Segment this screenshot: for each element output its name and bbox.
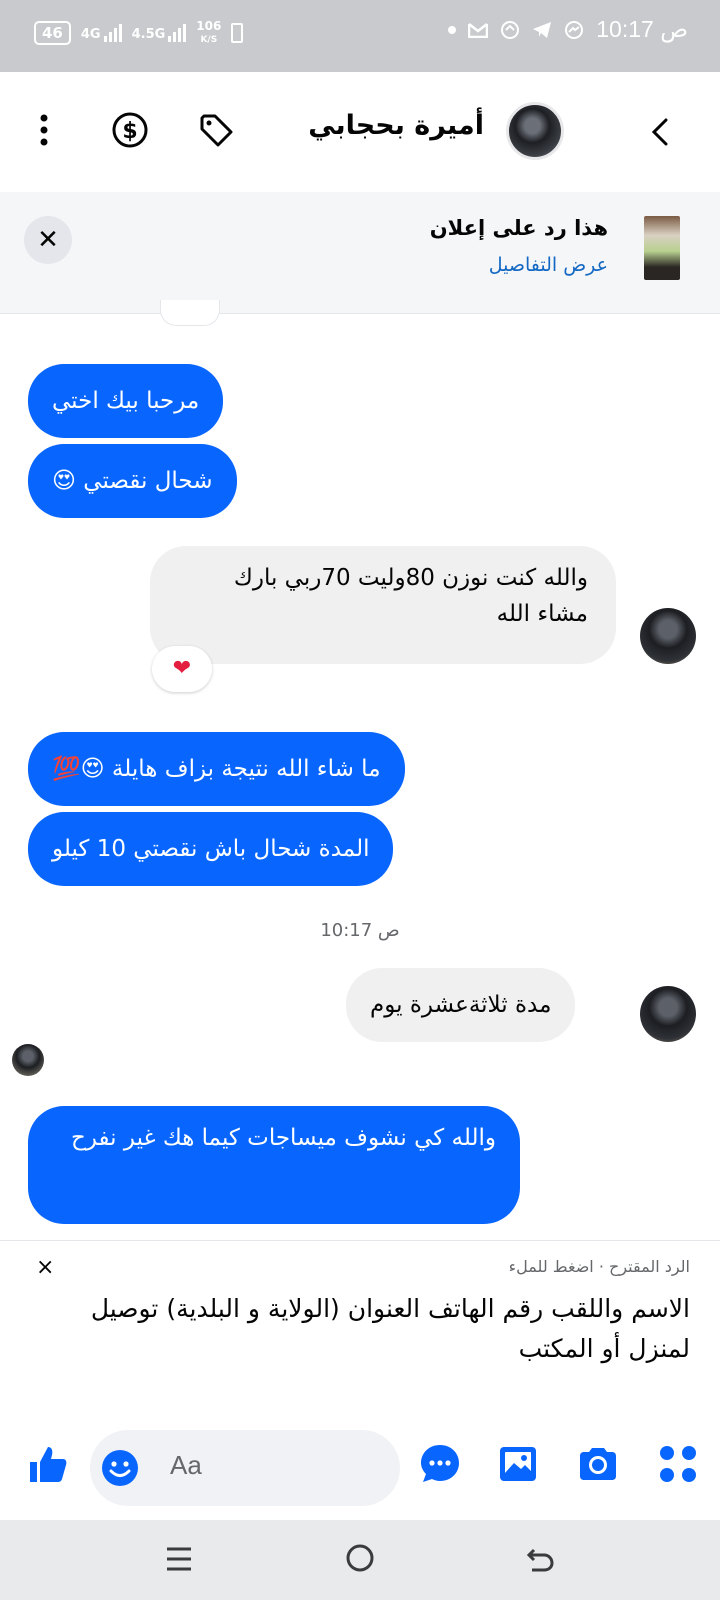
- ad-reply-banner: هذا رد على إعلان عرض التفاصيل ✕: [0, 192, 720, 314]
- system-nav-bar: [0, 1520, 720, 1600]
- suggested-reply-text[interactable]: الاسم واللقب رقم الهاتف العنوان (الولاية…: [30, 1289, 690, 1369]
- like-icon[interactable]: [26, 1442, 70, 1486]
- messenger-icon: [565, 20, 584, 39]
- message-text: المدة شحال باش نقصتي 10 كيلو: [52, 836, 370, 862]
- circle-arrow-icon: [501, 20, 520, 39]
- sender-avatar[interactable]: [640, 608, 696, 664]
- message-text: مدة ثلاثةعشرة يوم: [370, 992, 552, 1018]
- message-input[interactable]: Aa: [90, 1430, 400, 1506]
- message-outgoing[interactable]: شحال نقصتي 😍: [28, 444, 237, 518]
- seen-avatar: [12, 1044, 44, 1076]
- signal-icon: [103, 24, 122, 42]
- message-timestamp: 10:17 ص: [320, 920, 400, 941]
- heart-reaction[interactable]: ❤: [152, 646, 212, 692]
- apps-icon[interactable]: [656, 1442, 700, 1486]
- ad-thumbnail[interactable]: [644, 216, 680, 280]
- signal-icon: [168, 24, 187, 42]
- back-icon[interactable]: [646, 112, 674, 152]
- status-bar: 46 4G 4.5G 106 K/S 10:17 ص: [0, 0, 720, 72]
- gmail-icon: [468, 22, 489, 38]
- message-incoming[interactable]: والله كنت نوزن 80وليت 70ربي بارك مشاء ال…: [150, 546, 616, 664]
- partial-reaction: [160, 300, 220, 326]
- ad-title: هذا رد على إعلان: [429, 216, 608, 240]
- input-placeholder: Aa: [170, 1450, 202, 1480]
- message-outgoing[interactable]: مرحبا بيك اختي: [28, 364, 224, 438]
- battery-indicator: 46: [34, 21, 71, 45]
- message-text: والله كي نشوف ميساجات كيما هك غير نفرح: [71, 1125, 496, 1151]
- contact-avatar[interactable]: [506, 102, 564, 160]
- suggested-reply[interactable]: الرد المقترح · اضغط للملء × الاسم واللقب…: [0, 1240, 720, 1410]
- camera-icon[interactable]: [576, 1442, 620, 1486]
- network-45g: 4.5G: [132, 24, 187, 42]
- status-right: 10:17 ص: [448, 16, 688, 43]
- home-icon[interactable]: [344, 1542, 376, 1574]
- gallery-icon[interactable]: [496, 1442, 540, 1486]
- close-banner-button[interactable]: ✕: [24, 216, 72, 264]
- status-left: 46 4G 4.5G 106 K/S: [34, 19, 244, 46]
- messenger-screen: 46 4G 4.5G 106 K/S 10:17 ص أميرة بحجابي …: [0, 0, 720, 1600]
- message-text: ما شاء الله نتيجة بزاف هايلة 😍💯: [52, 756, 381, 782]
- close-suggestion-button[interactable]: ×: [36, 1255, 54, 1280]
- data-speed: 106 K/S: [196, 19, 222, 45]
- network-4g: 4G: [81, 24, 122, 42]
- message-outgoing[interactable]: والله كي نشوف ميساجات كيما هك غير نفرح: [28, 1106, 520, 1224]
- status-time: 10:17 ص: [596, 16, 688, 42]
- dollar-icon[interactable]: $: [110, 110, 150, 150]
- message-composer: Aa: [0, 1410, 720, 1520]
- contact-name[interactable]: أميرة بحجابي: [308, 110, 484, 141]
- message-text: والله كنت نوزن 80وليت 70ربي بارك مشاء ال…: [233, 565, 588, 627]
- chat-icon[interactable]: [418, 1442, 462, 1486]
- notification-dot-icon: [448, 25, 457, 34]
- more-icon[interactable]: [24, 110, 64, 150]
- tag-icon[interactable]: [196, 110, 236, 150]
- chat-header: أميرة بحجابي $: [0, 72, 720, 192]
- message-incoming[interactable]: مدة ثلاثةعشرة يوم: [346, 968, 576, 1042]
- suggested-reply-label: الرد المقترح · اضغط للملء: [508, 1257, 690, 1276]
- view-details-link[interactable]: عرض التفاصيل: [489, 254, 608, 276]
- message-outgoing[interactable]: ما شاء الله نتيجة بزاف هايلة 😍💯: [28, 732, 405, 806]
- sender-avatar[interactable]: [640, 986, 696, 1042]
- message-text: مرحبا بيك اختي: [52, 388, 200, 414]
- menu-icon[interactable]: [164, 1544, 194, 1574]
- message-outgoing[interactable]: المدة شحال باش نقصتي 10 كيلو: [28, 812, 394, 886]
- telegram-icon: [533, 21, 552, 38]
- return-icon[interactable]: [524, 1542, 556, 1574]
- emoji-icon[interactable]: [100, 1448, 140, 1488]
- message-text: شحال نقصتي 😍: [52, 468, 213, 494]
- vibrate-icon: [231, 23, 244, 43]
- svg-text:$: $: [122, 119, 137, 144]
